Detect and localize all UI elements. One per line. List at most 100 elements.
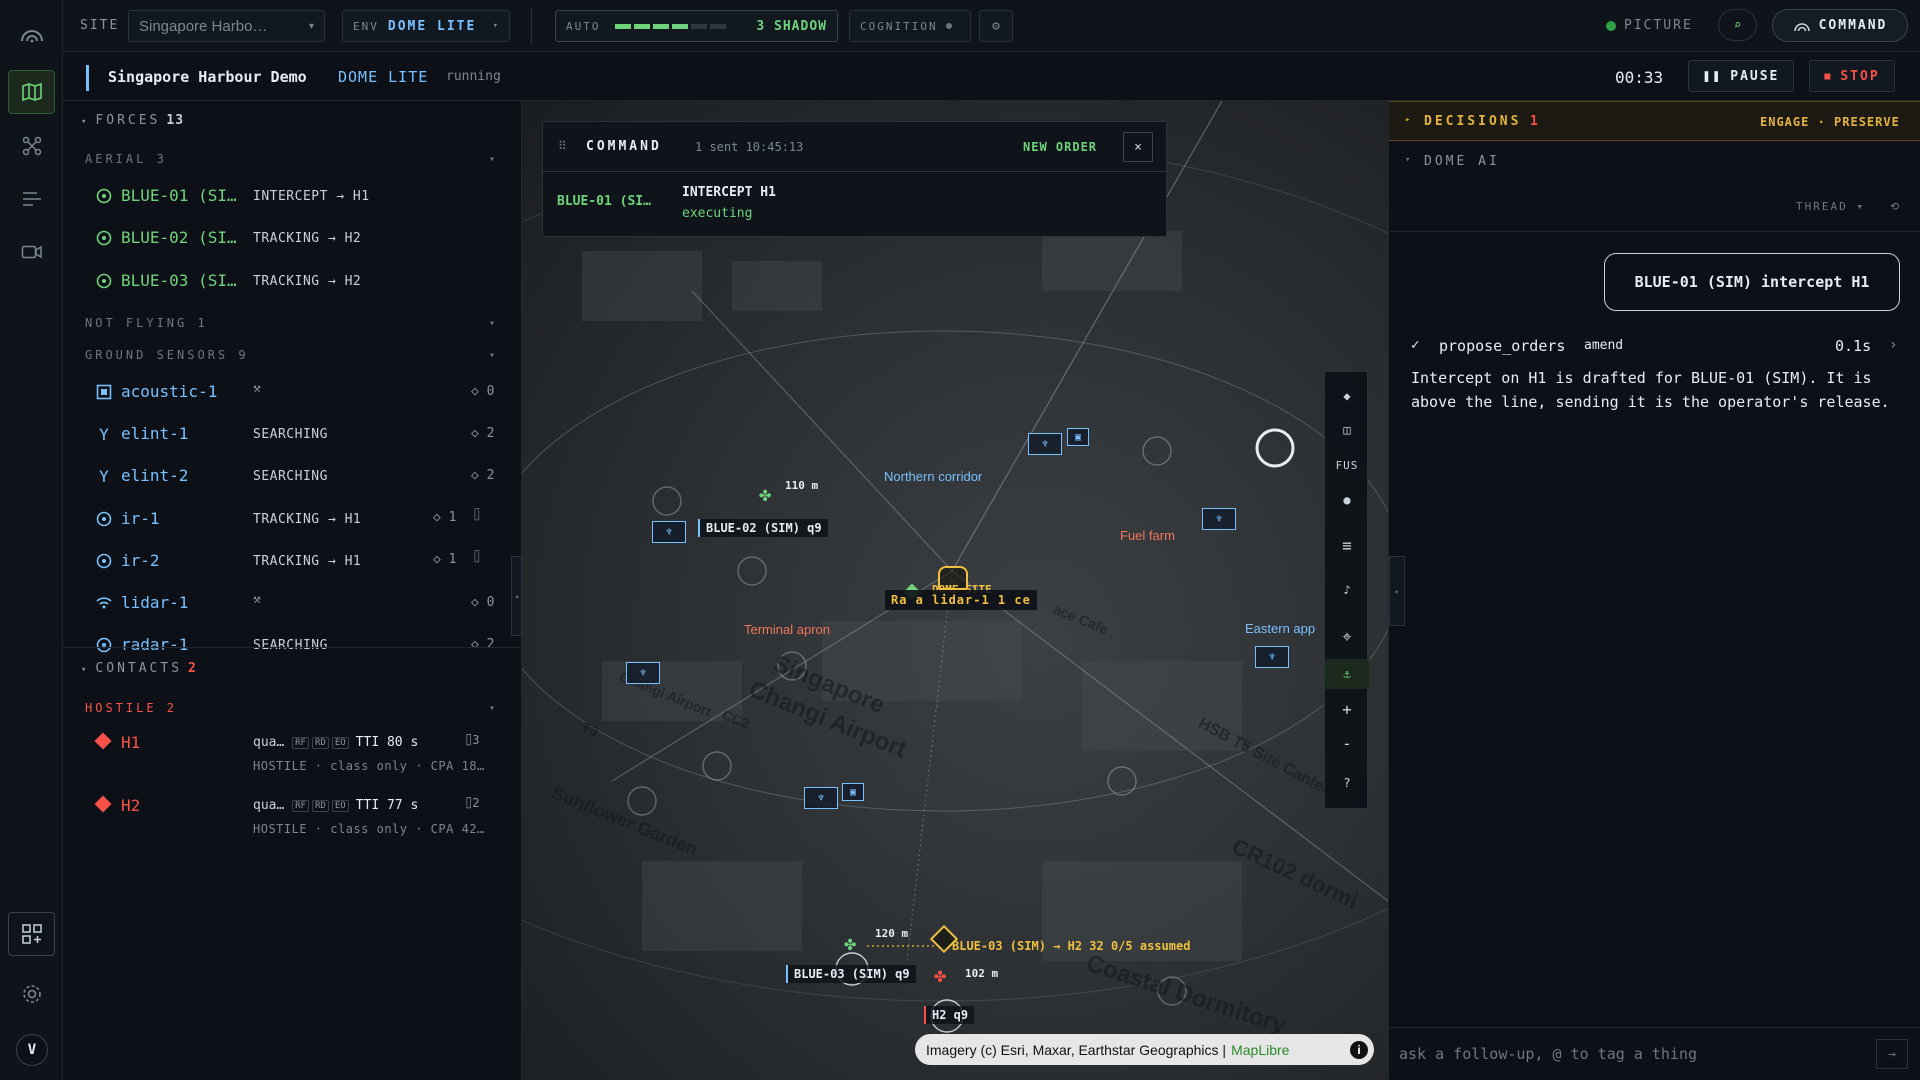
unit-task: INTERCEPT → H1 — [253, 189, 370, 204]
sensor-marker[interactable]: ♆ — [626, 662, 660, 684]
decisions-bar[interactable]: ▸ DECISIONS 1 ENGAGE · PRESERVE — [1389, 101, 1920, 141]
camera-icon: ⌷ — [473, 508, 481, 523]
chevron-icon[interactable]: ▾ — [489, 703, 495, 714]
sensor-task: TRACKING → H1 — [253, 554, 362, 569]
sensor-marker[interactable]: ♆ — [652, 521, 686, 543]
wrench-icon: ⚒ — [253, 381, 261, 396]
anchor-tool-icon[interactable]: ⚓ — [1325, 659, 1369, 689]
audio-tool-icon[interactable]: ♪ — [1325, 575, 1369, 605]
sensor-marker[interactable]: ♆ — [804, 787, 838, 809]
gear-button[interactable]: ⚙ — [979, 10, 1013, 42]
check-icon: ✓ — [1411, 337, 1420, 353]
unit-label-blue02[interactable]: BLUE-02 (SIM) q9 — [698, 519, 828, 537]
zoom-in-button[interactable]: + — [1325, 694, 1369, 724]
chevron-icon[interactable]: ▾ — [489, 318, 495, 329]
contact-quality: qua… RF RD EO TTI 80 s — [253, 735, 419, 750]
sensor-marker[interactable]: ♆ — [1028, 433, 1062, 455]
collapse-left-handle[interactable]: ◂ — [511, 556, 522, 636]
close-button[interactable]: × — [1123, 132, 1153, 162]
divider — [1389, 231, 1920, 232]
help-button[interactable]: ? — [1325, 768, 1369, 798]
chat-button[interactable]: ⌕ — [1718, 9, 1757, 41]
camera-marker[interactable]: ▣ — [1067, 428, 1089, 446]
forces-header[interactable]: ▾ FORCES 13 — [81, 113, 184, 128]
env-select[interactable]: ENV DOME LITE ▾ — [342, 10, 510, 42]
command-button[interactable]: COMMAND — [1772, 9, 1908, 42]
thread-select[interactable]: THREAD ▾ — [1796, 200, 1865, 213]
collapse-right-handle[interactable]: ▸ — [1389, 556, 1405, 626]
chevron-right-icon: ▸ — [1405, 115, 1411, 125]
hostile-header[interactable]: HOSTILE 2 — [85, 701, 177, 715]
list-tool-icon[interactable]: ≡ — [1325, 530, 1369, 560]
chat-icon: ⌕ — [1733, 17, 1742, 33]
network-icon[interactable] — [8, 124, 55, 168]
list-icon[interactable] — [8, 177, 55, 221]
drone-icon[interactable]: ✤ — [759, 482, 771, 506]
aerial-header[interactable]: AERIAL 3 — [85, 152, 167, 166]
decisions-actions[interactable]: ENGAGE · PRESERVE — [1760, 115, 1900, 129]
ground-sensors-header[interactable]: GROUND SENSORS 9 — [85, 348, 249, 362]
autonomy-level[interactable]: AUTO 3 SHADOW — [555, 10, 838, 42]
map-icon[interactable] — [8, 70, 55, 114]
logo-icon[interactable] — [8, 13, 55, 57]
stop-icon: ■ — [1824, 70, 1833, 82]
chevron-right-icon[interactable]: › — [1889, 337, 1897, 353]
sensor-marker[interactable]: ♆ — [1202, 508, 1236, 530]
hostile-drone-icon[interactable]: ✤ — [934, 963, 946, 987]
refresh-icon[interactable]: ⟲ — [1890, 200, 1899, 213]
env-key: ENV — [353, 19, 379, 33]
stop-button[interactable]: ■ STOP — [1809, 60, 1895, 92]
unit-label-blue03[interactable]: BLUE-03 (SIM) q9 — [786, 965, 916, 983]
contact-summary: HOSTILE · class only · CPA 42… — [253, 822, 485, 836]
gear-icon: ⚙ — [992, 18, 1000, 34]
cognition-label: COGNITION — [860, 19, 938, 33]
record-tool-icon[interactable]: ● — [1325, 485, 1369, 515]
env-value: DOME LITE — [387, 18, 477, 34]
chevron-icon[interactable]: ▾ — [489, 154, 495, 165]
picture-toggle[interactable]: PICTURE — [1606, 18, 1693, 33]
unit-label-h2[interactable]: H2 q9 — [924, 1006, 975, 1024]
fusion-tool-button[interactable]: FUS — [1325, 450, 1369, 480]
sensor-task: SEARCHING — [253, 638, 328, 653]
diamond-icon: ◇ — [471, 637, 479, 652]
drag-handle-icon[interactable]: ⠿ — [558, 139, 567, 153]
send-icon[interactable]: → — [1876, 1039, 1908, 1069]
settings-icon[interactable] — [8, 972, 55, 1016]
drone-icon[interactable]: ✤ — [844, 931, 856, 955]
contacts-header[interactable]: ▾ CONTACTS 2 — [81, 661, 197, 676]
eo-tag: EO — [331, 799, 349, 812]
cognition-toggle[interactable]: COGNITION — [849, 10, 971, 42]
sensor-count: ◇ 2 — [471, 468, 495, 483]
chevron-icon[interactable]: ▾ — [489, 350, 495, 361]
sensor-name: ir-2 — [121, 551, 160, 570]
chevron-down-icon: ▾ — [81, 117, 90, 127]
diamond-icon: ◇ — [471, 595, 479, 610]
info-icon[interactable]: i — [1350, 1040, 1368, 1059]
split-tool-icon[interactable]: ◫ — [1325, 415, 1369, 445]
user-message-bubble: BLUE-01 (SIM) intercept H1 — [1604, 253, 1900, 311]
layers-tool-icon[interactable]: ◆ — [1325, 381, 1369, 411]
chevron-down-icon[interactable]: ▾ — [1405, 155, 1410, 165]
locate-tool-icon[interactable]: ⌖ — [1325, 622, 1369, 652]
zoom-out-button[interactable]: - — [1325, 728, 1369, 758]
camera-marker[interactable]: ▣ — [842, 783, 864, 801]
not-flying-header[interactable]: NOT FLYING 1 — [85, 316, 208, 330]
autonomy-bar — [614, 23, 726, 29]
contacts-title: CONTACTS — [95, 661, 183, 676]
maplibre-link[interactable]: MapLibre — [1231, 1042, 1289, 1058]
site-select[interactable]: Singapore Harbo… ▾ — [128, 10, 325, 42]
tool-call-name[interactable]: propose_orders — [1439, 337, 1565, 355]
camera-icon[interactable] — [8, 230, 55, 274]
command-unit: BLUE-01 (SI… — [557, 194, 651, 209]
sensor-marker[interactable]: ♆ — [1255, 646, 1289, 668]
add-widget-icon[interactable] — [8, 912, 55, 956]
diamond-icon: ◇ — [433, 510, 441, 525]
tti: TTI 80 s — [355, 735, 419, 750]
avatar[interactable]: V — [16, 1034, 48, 1066]
autonomy-segment — [652, 23, 669, 29]
contact-quality: qua… RF RD EO TTI 77 s — [253, 798, 419, 813]
new-order-button[interactable]: NEW ORDER — [1023, 140, 1097, 154]
pause-button[interactable]: ❚❚ PAUSE — [1688, 60, 1794, 92]
ask-input[interactable]: ask a follow-up, @ to tag a thing — [1399, 1038, 1829, 1070]
map-view[interactable]: Singapore Changi Airport Coastal Dormito… — [522, 101, 1388, 1080]
